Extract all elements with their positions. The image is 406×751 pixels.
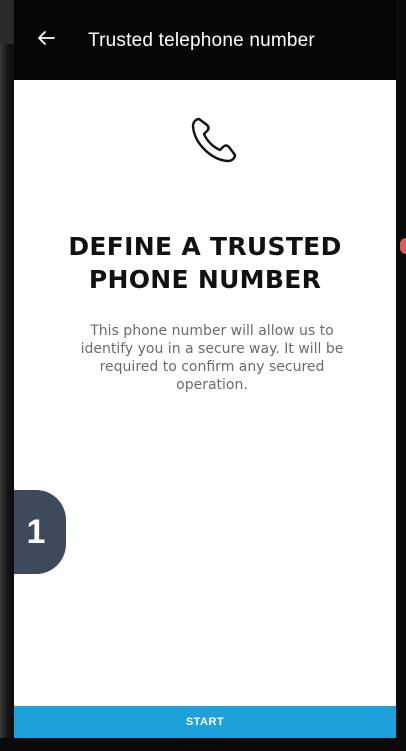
- device-frame-left: [0, 0, 14, 751]
- phone-icon: [191, 117, 237, 163]
- app-bar: Trusted telephone number: [14, 0, 396, 80]
- arrow-left-icon: [38, 31, 55, 45]
- description-text: This phone number will allow us to ident…: [80, 323, 344, 393]
- app-screen: Trusted telephone number DEFINE A TRUSTE…: [14, 0, 396, 738]
- device-frame-corner: [0, 0, 15, 44]
- page-title: Trusted telephone number: [88, 30, 315, 51]
- device-frame-bottom: [0, 738, 406, 751]
- heading-line-1: DEFINE A TRUSTED: [68, 232, 342, 261]
- back-button[interactable]: [34, 26, 58, 50]
- step-number-badge: 1: [14, 490, 66, 574]
- device-frame-right: [396, 0, 406, 751]
- main-content: DEFINE A TRUSTED PHONE NUMBER This phone…: [14, 80, 396, 706]
- heading: DEFINE A TRUSTED PHONE NUMBER: [14, 230, 396, 296]
- edge-indicator: [400, 238, 406, 254]
- heading-line-2: PHONE NUMBER: [88, 265, 322, 294]
- start-button[interactable]: START: [14, 706, 396, 738]
